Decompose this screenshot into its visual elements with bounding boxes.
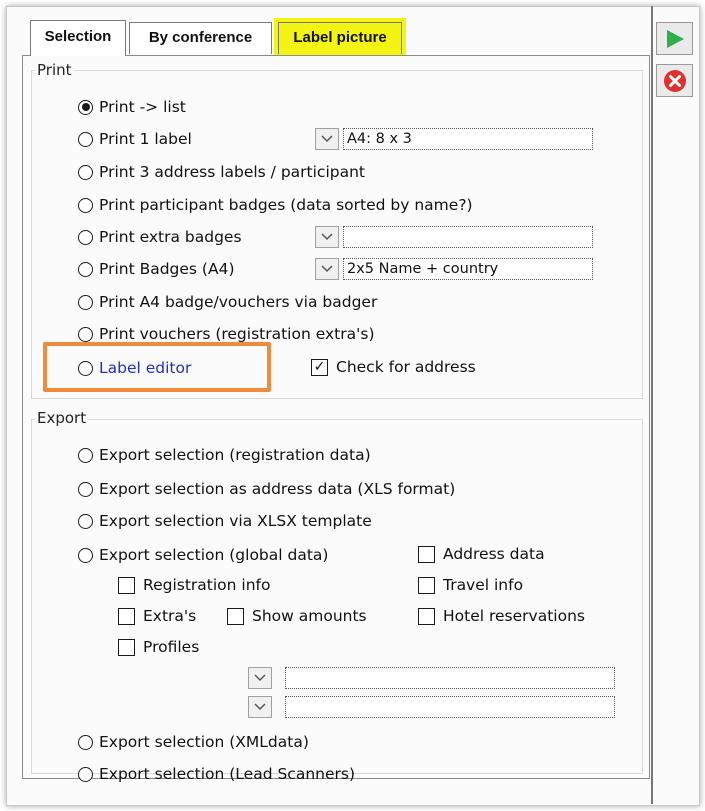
radio-label: Print extra badges: [99, 228, 242, 246]
radio-button[interactable]: [78, 294, 93, 310]
checkbox-hotel-reservations[interactable]: Hotel reservations: [418, 607, 585, 625]
radio-button[interactable]: [78, 447, 93, 463]
export-dropdown-2-button[interactable]: [248, 696, 272, 718]
chevron-down-icon: [321, 265, 333, 273]
radio-button[interactable]: [78, 261, 93, 277]
radio-button[interactable]: [78, 164, 93, 180]
checkbox[interactable]: [227, 607, 244, 625]
checkbox[interactable]: [118, 607, 135, 625]
checkbox[interactable]: [118, 638, 135, 656]
checkbox-label: Extra's: [143, 607, 197, 625]
print-group-title: Print: [35, 61, 74, 79]
radio-label: Print vouchers (registration extra's): [99, 325, 375, 343]
selection-panel: Print Print -> list Print 1 label A4: 8 …: [22, 55, 650, 783]
radio-button[interactable]: [78, 766, 93, 782]
radio-button[interactable]: [78, 229, 93, 245]
radio-export-registration-data[interactable]: Export selection (registration data): [78, 446, 371, 464]
radio-print-a4-badge-vouchers[interactable]: Print A4 badge/vouchers via badger: [78, 293, 377, 311]
radio-export-global-data[interactable]: Export selection (global data): [78, 546, 328, 564]
label-format-field[interactable]: A4: 8 x 3: [343, 128, 593, 150]
label-editor-highlight-annotation: [43, 342, 271, 392]
radio-button[interactable]: [78, 481, 93, 497]
export-group: [31, 419, 643, 774]
radio-print-3-address-labels[interactable]: Print 3 address labels / participant: [78, 163, 365, 181]
radio-label: Print 3 address labels / participant: [99, 163, 365, 181]
radio-button[interactable]: [78, 99, 93, 115]
radio-export-address-data-xls[interactable]: Export selection as address data (XLS fo…: [78, 480, 455, 498]
tab-selection[interactable]: Selection: [30, 20, 126, 56]
close-circle-icon: [663, 69, 686, 92]
checkbox-label: Registration info: [143, 576, 271, 594]
radio-label: Print -> list: [99, 98, 186, 116]
radio-export-xlsx-template[interactable]: Export selection via XLSX template: [78, 512, 372, 530]
radio-print-participant-badges[interactable]: Print participant badges (data sorted by…: [78, 196, 473, 214]
radio-button[interactable]: [78, 547, 93, 563]
export-dropdown-1-button[interactable]: [248, 667, 272, 689]
checkbox-label: Profiles: [143, 638, 200, 656]
checkbox[interactable]: [118, 576, 135, 594]
extra-badges-field[interactable]: [343, 226, 593, 248]
checkbox-profiles[interactable]: Profiles: [118, 638, 199, 656]
checkbox-label: Check for address: [336, 358, 476, 376]
checkbox[interactable]: [418, 576, 435, 594]
radio-label: Export selection (global data): [99, 546, 329, 564]
radio-label: Print participant badges (data sorted by…: [99, 196, 473, 214]
radio-label: Print Badges (A4): [99, 260, 235, 278]
radio-print-extra-badges[interactable]: Print extra badges: [78, 228, 242, 246]
checkbox-registration-info[interactable]: Registration info: [118, 576, 270, 594]
radio-export-lead-scanners[interactable]: Export selection (Lead Scanners): [78, 765, 355, 783]
extra-badges-dropdown-button[interactable]: [315, 226, 339, 248]
radio-print-list[interactable]: Print -> list: [78, 98, 186, 116]
checkbox[interactable]: [418, 545, 435, 563]
chevron-down-icon: [254, 703, 266, 711]
checkbox-label: Address data: [443, 545, 545, 563]
radio-label: Export selection via XLSX template: [99, 512, 372, 530]
radio-button[interactable]: [78, 513, 93, 529]
radio-button[interactable]: [78, 734, 93, 750]
checkbox-check-for-address[interactable]: ✓ Check for address: [311, 358, 476, 376]
radio-label: Export selection (XMLdata): [99, 733, 309, 751]
export-dropdown-1-field[interactable]: [285, 667, 615, 689]
checkbox-show-amounts[interactable]: Show amounts: [227, 607, 367, 625]
checkbox[interactable]: [418, 607, 435, 625]
label-format-dropdown-button[interactable]: [315, 128, 339, 150]
radio-button[interactable]: [78, 131, 93, 147]
chevron-down-icon: [254, 674, 266, 682]
radio-print-badges-a4[interactable]: Print Badges (A4): [78, 260, 235, 278]
checkbox-address-data[interactable]: Address data: [418, 545, 545, 563]
radio-label: Export selection (Lead Scanners): [99, 765, 356, 783]
chevron-down-icon: [321, 233, 333, 241]
radio-label: Export selection (registration data): [99, 446, 371, 464]
radio-label: Print A4 badge/vouchers via badger: [99, 293, 378, 311]
checkbox-label: Hotel reservations: [443, 607, 585, 625]
play-icon: [666, 29, 684, 48]
side-divider: [651, 6, 653, 804]
radio-button[interactable]: [78, 326, 93, 342]
radio-export-xmldata[interactable]: Export selection (XMLdata): [78, 733, 309, 751]
badges-a4-dropdown-button[interactable]: [315, 258, 339, 280]
badges-a4-field[interactable]: 2x5 Name + country: [343, 258, 593, 280]
export-dropdown-2-field[interactable]: [285, 696, 615, 718]
radio-button[interactable]: [78, 197, 93, 213]
export-group-title: Export: [35, 409, 89, 427]
radio-print-vouchers[interactable]: Print vouchers (registration extra's): [78, 325, 375, 343]
radio-label: Export selection as address data (XLS fo…: [99, 480, 456, 498]
checkbox[interactable]: ✓: [311, 358, 328, 376]
radio-print-1-label[interactable]: Print 1 label: [78, 130, 192, 148]
checkbox-extras[interactable]: Extra's: [118, 607, 196, 625]
cancel-button[interactable]: [656, 64, 693, 97]
chevron-down-icon: [321, 135, 333, 143]
checkbox-label: Show amounts: [252, 607, 367, 625]
radio-label: Print 1 label: [99, 130, 192, 148]
checkbox-label: Travel info: [443, 576, 524, 594]
tab-by-conference[interactable]: By conference: [129, 22, 272, 54]
checkbox-travel-info[interactable]: Travel info: [418, 576, 523, 594]
tab-label-picture[interactable]: Label picture: [278, 22, 402, 54]
run-button[interactable]: [656, 22, 693, 55]
